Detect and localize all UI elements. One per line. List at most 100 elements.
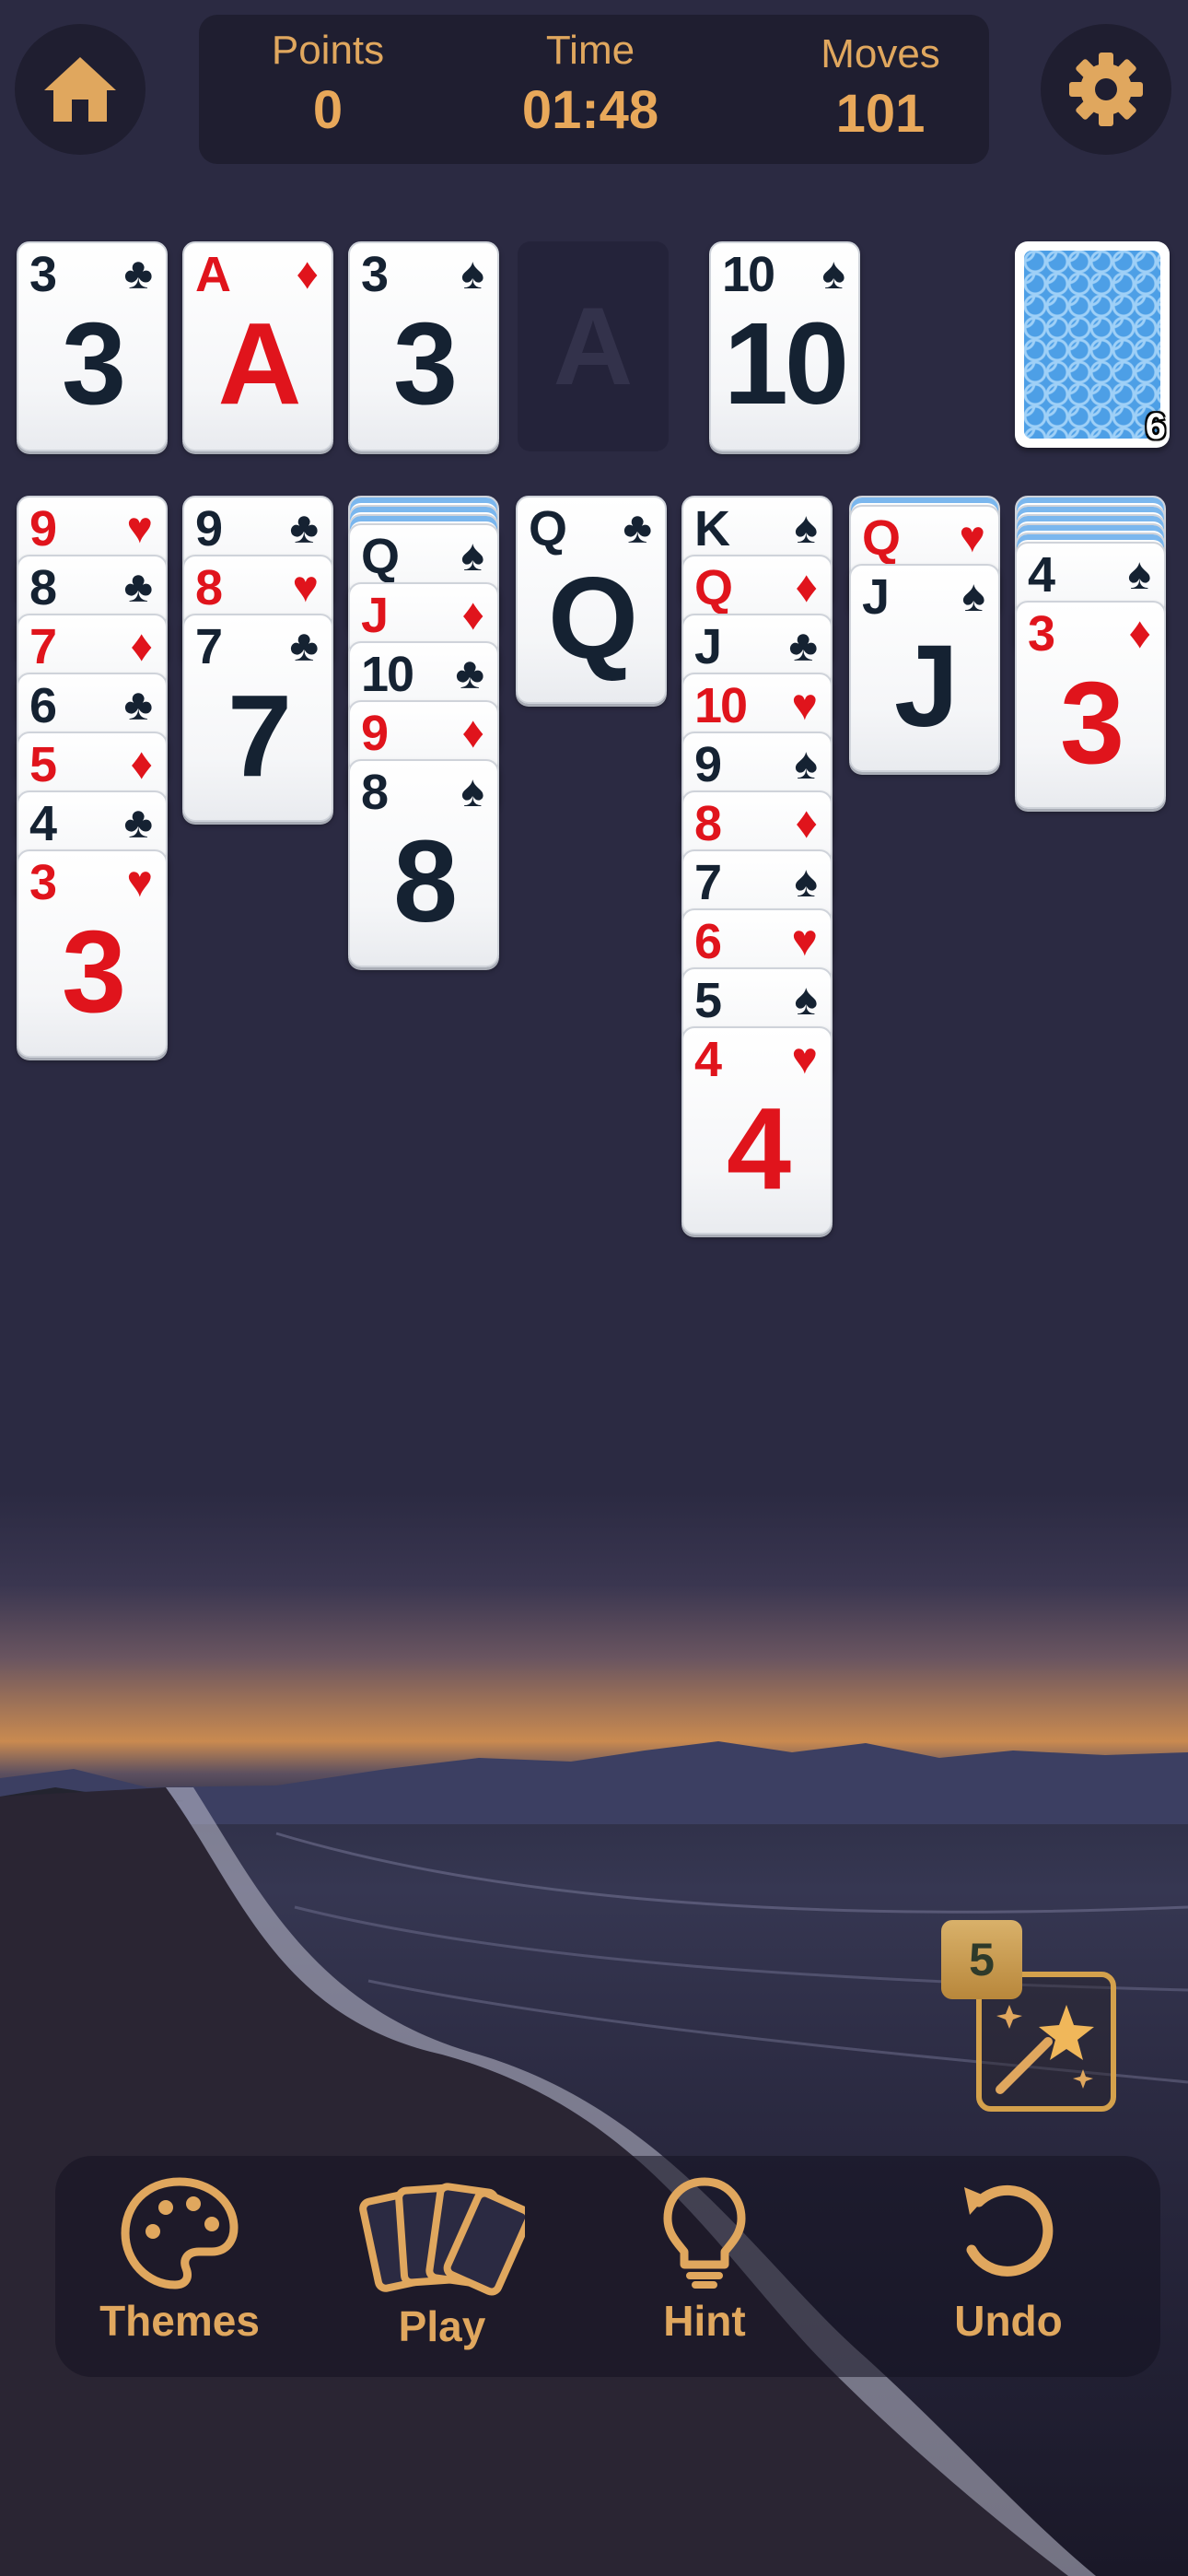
time-value: 01:48 [521, 80, 659, 140]
card-rank: 3 [1028, 606, 1055, 662]
card-suit-icon: ♦ [130, 622, 154, 671]
card-suit-icon: ♠ [794, 858, 819, 907]
gear-icon [1069, 53, 1143, 126]
play-button[interactable]: Play [355, 2176, 530, 2351]
card-rank: 10 [361, 647, 414, 702]
hint-button[interactable]: Hint [635, 2176, 774, 2346]
card-rank: 5 [694, 973, 722, 1028]
card-rank-large: J [893, 621, 959, 751]
palette-icon [121, 2177, 239, 2289]
playing-card-tableau-3[interactable]: 8 ♠ 8 [348, 759, 499, 967]
themes-button[interactable]: Themes [83, 2176, 276, 2346]
cards-icon [359, 2183, 525, 2296]
foundation-placeholder-label: A [553, 285, 634, 408]
playing-card-tableau-5[interactable]: 4 ♥ 4 [681, 1026, 833, 1235]
card-rank: J [694, 619, 722, 674]
playing-card-foundation[interactable]: 3 ♣ 3 [17, 241, 168, 451]
card-rank: 8 [29, 560, 57, 615]
card-suit-icon: ♣ [123, 563, 154, 612]
card-suit-icon: ♣ [289, 504, 320, 553]
card-rank: J [361, 588, 389, 643]
card-rank: Q [694, 560, 733, 615]
card-suit-icon: ♠ [821, 250, 846, 299]
card-rank-large: 4 [726, 1083, 791, 1213]
home-button[interactable] [15, 24, 146, 155]
card-rank: 10 [694, 678, 748, 733]
playing-card-foundation[interactable]: A ♦ A [182, 241, 333, 451]
card-rank: 6 [694, 914, 722, 969]
card-suit-icon: ♠ [460, 532, 485, 580]
card-suit-icon: ♣ [623, 504, 653, 553]
card-suit-icon: ♦ [795, 563, 819, 612]
settings-button[interactable] [1041, 24, 1171, 155]
playing-card-waste[interactable]: 10 ♠ 10 [709, 241, 860, 451]
card-rank-large: 3 [1059, 658, 1124, 788]
card-suit-icon: ♣ [289, 622, 320, 671]
card-rank: 7 [195, 619, 223, 674]
card-rank-large: Q [547, 553, 638, 683]
card-rank: 5 [29, 737, 57, 792]
moves-label: Moves [821, 31, 940, 76]
themes-label: Themes [99, 2297, 260, 2345]
playing-card-foundation[interactable]: 3 ♠ 3 [348, 241, 499, 451]
undo-icon [964, 2184, 1054, 2277]
card-rank: 3 [29, 855, 57, 910]
playing-card-tableau-6[interactable]: J ♠ J [849, 564, 1000, 772]
moves-stat: Moves 101 [788, 31, 973, 145]
card-rank-large: 7 [227, 671, 292, 801]
card-rank: 4 [29, 796, 57, 851]
card-rank: 9 [195, 501, 223, 556]
points-stat: Points 0 [236, 28, 420, 141]
undo-button[interactable]: Undo [930, 2176, 1087, 2346]
stock-count: 6 [1145, 406, 1166, 447]
card-rank: Q [862, 510, 901, 566]
card-rank-large: 3 [392, 299, 458, 428]
card-suit-icon: ♦ [1128, 609, 1152, 658]
home-icon [44, 57, 116, 122]
card-rank: 3 [29, 247, 57, 302]
card-rank-large: 8 [392, 816, 458, 946]
card-suit-icon: ♥ [791, 681, 819, 730]
playing-card-tableau-7[interactable]: 3 ♦ 3 [1015, 601, 1166, 809]
card-suit-icon: ♠ [460, 767, 485, 816]
card-rank: 4 [694, 1032, 722, 1087]
card-suit-icon: ♥ [959, 513, 986, 562]
stock-pile[interactable]: 6 [1015, 241, 1170, 448]
foundation-slot-empty[interactable]: A [518, 241, 669, 451]
card-rank: A [195, 247, 231, 302]
card-rank: 9 [29, 501, 57, 556]
card-suit-icon: ♥ [126, 504, 154, 553]
card-back-pattern [1024, 251, 1160, 439]
playing-card-tableau-4[interactable]: Q ♣ Q [516, 496, 667, 704]
card-suit-icon: ♥ [292, 563, 320, 612]
card-suit-icon: ♦ [461, 708, 485, 757]
time-stat: Time 01:48 [494, 28, 687, 141]
card-rank-large: A [217, 299, 302, 428]
points-label: Points [271, 28, 385, 73]
card-rank-large: 10 [723, 299, 849, 428]
card-suit-icon: ♠ [794, 976, 819, 1025]
card-suit-icon: ♦ [296, 250, 320, 299]
card-rank: 9 [694, 737, 722, 792]
card-rank: 6 [29, 678, 57, 733]
card-suit-icon: ♠ [794, 504, 819, 553]
card-rank: 7 [29, 619, 57, 674]
card-rank: 8 [361, 765, 389, 820]
card-suit-icon: ♣ [455, 650, 485, 698]
card-rank: K [694, 501, 730, 556]
card-rank: Q [361, 529, 400, 584]
undo-label: Undo [954, 2297, 1063, 2345]
magic-wand-count-badge: 5 [941, 1920, 1022, 1999]
card-suit-icon: ♥ [791, 917, 819, 966]
card-suit-icon: ♣ [123, 799, 154, 848]
card-suit-icon: ♥ [126, 858, 154, 907]
playing-card-tableau-1[interactable]: 3 ♥ 3 [17, 849, 168, 1058]
card-suit-icon: ♦ [130, 740, 154, 789]
card-rank: Q [529, 501, 567, 556]
playing-card-tableau-2[interactable]: 7 ♣ 7 [182, 614, 333, 822]
card-suit-icon: ♦ [795, 799, 819, 848]
card-rank: 8 [195, 560, 223, 615]
card-rank-large: 3 [61, 299, 126, 428]
card-rank: J [862, 569, 890, 625]
card-suit-icon: ♥ [791, 1035, 819, 1083]
